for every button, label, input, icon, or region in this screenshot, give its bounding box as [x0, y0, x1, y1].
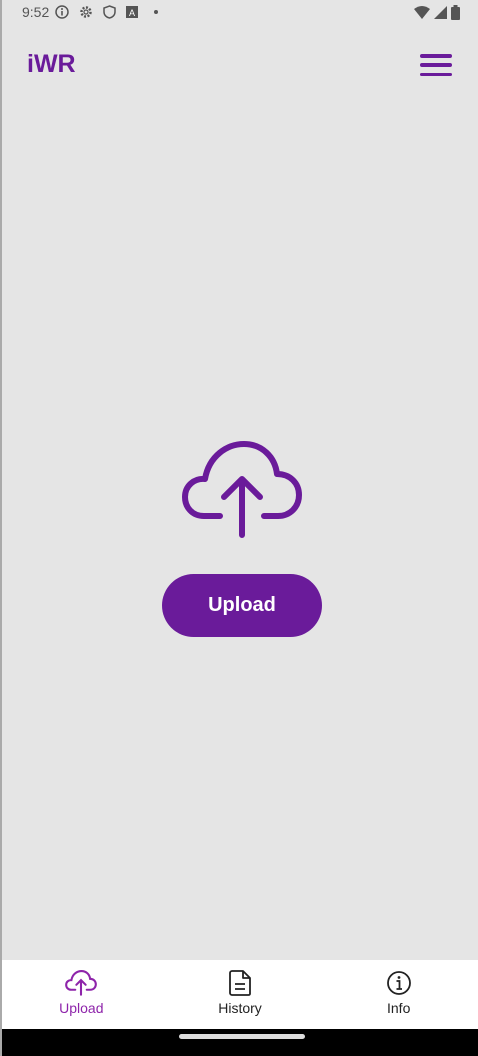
status-time: 9:52 — [22, 4, 50, 20]
font-icon: A — [126, 6, 139, 18]
info-icon — [386, 971, 411, 995]
gear-icon — [80, 6, 92, 18]
upload-button[interactable]: Upload — [162, 574, 322, 637]
tab-info[interactable]: Info — [319, 960, 478, 1029]
cloud-upload-icon — [65, 970, 98, 996]
system-nav-bar — [2, 1029, 478, 1056]
home-handle[interactable] — [179, 1034, 305, 1039]
dot-icon — [154, 10, 159, 14]
cloud-upload-icon — [182, 441, 302, 538]
svg-text:A: A — [129, 8, 135, 18]
tab-history[interactable]: History — [161, 960, 320, 1029]
wifi-icon — [414, 5, 430, 19]
battery-icon — [451, 4, 460, 20]
menu-button[interactable] — [420, 54, 452, 76]
status-bar: 9:52 A — [2, 0, 478, 24]
document-icon — [229, 970, 251, 996]
shield-icon — [103, 5, 116, 19]
tab-upload-label: Upload — [59, 1000, 104, 1016]
tab-info-label: Info — [387, 1000, 411, 1016]
bottom-nav: Upload History Info — [2, 960, 478, 1029]
info-icon — [55, 5, 69, 19]
app-title: iWR — [27, 50, 76, 78]
tab-history-label: History — [218, 1000, 262, 1016]
signal-icon — [434, 5, 447, 19]
tab-upload[interactable]: Upload — [2, 960, 161, 1029]
